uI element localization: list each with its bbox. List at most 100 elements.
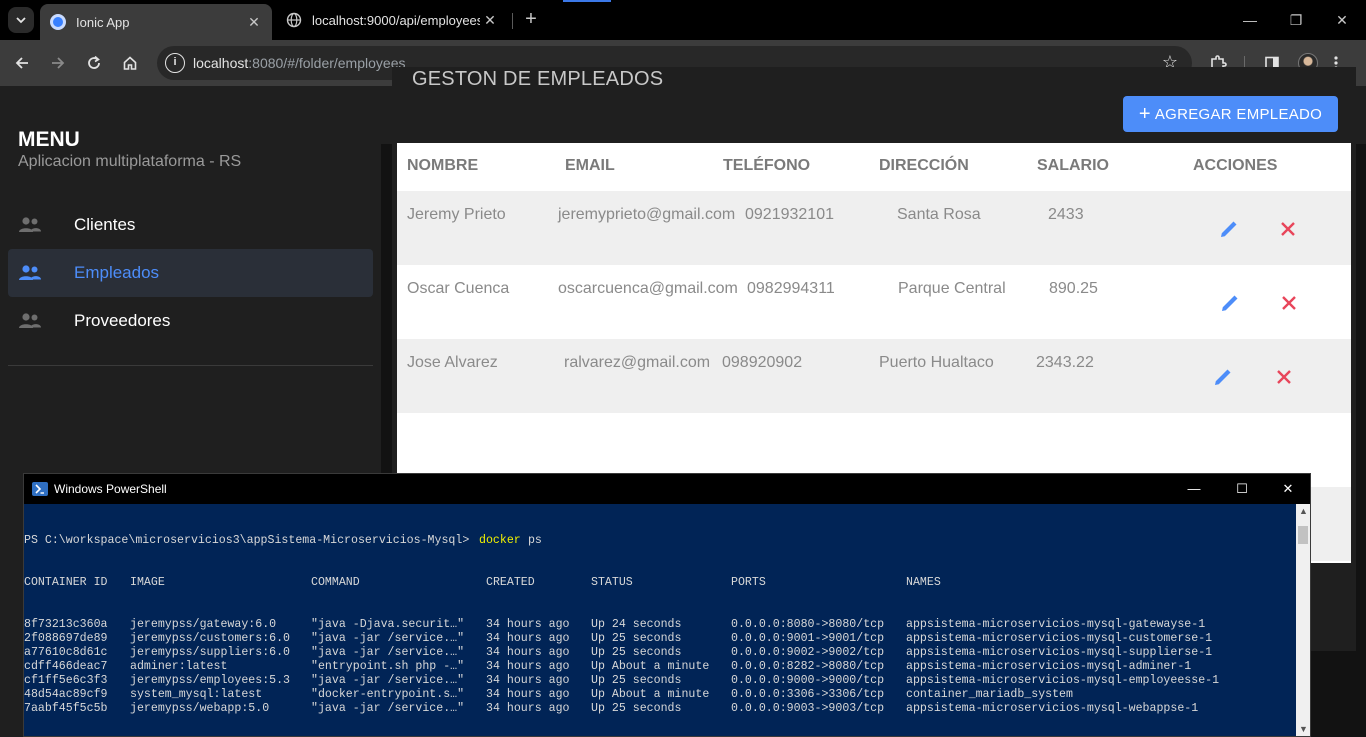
people-icon (19, 313, 41, 328)
console-cell: "java -Djava.securit…" (311, 618, 465, 631)
edit-pencil-icon[interactable] (1218, 291, 1242, 315)
menu-item-label: Empleados (74, 263, 160, 282)
console-container-row: 8f73213c360a jeremypss/gateway:6.0 "java -… (24, 618, 1296, 632)
console-cell: Up 25 seconds (591, 632, 682, 645)
delete-x-icon[interactable] (1272, 365, 1296, 389)
scroll-down-icon[interactable]: ▼ (1299, 724, 1308, 734)
cell-email: jeremyprieto@gmail.com (558, 206, 736, 223)
cell-nombre: Oscar Cuenca (407, 280, 510, 297)
menu-divider (8, 365, 373, 366)
table-row: Jeremy Prieto jeremyprieto@gmail.com 092… (397, 191, 1351, 265)
arrow-left-icon (15, 57, 28, 69)
forward-button[interactable] (44, 49, 72, 77)
console-header-cell: CONTAINER ID (24, 576, 108, 589)
back-button[interactable] (8, 49, 36, 77)
console-cell: 34 hours ago (486, 702, 570, 715)
console-command: docker (479, 534, 521, 547)
powershell-console[interactable]: PS C:\workspace\microservicios3\appSiste… (24, 504, 1296, 736)
plus-icon: + (1138, 103, 1151, 125)
console-cell: 0.0.0.0:9003->9003/tcp (731, 702, 885, 715)
powershell-scrollbar[interactable]: ▲ ▼ (1296, 504, 1310, 736)
menu-item-label: Proveedores (74, 311, 171, 330)
console-cell: "java -jar /service.…" (311, 632, 465, 645)
edit-pencil-icon[interactable] (1217, 217, 1241, 241)
people-icon (19, 265, 41, 280)
close-tab-icon[interactable]: ✕ (480, 12, 500, 29)
tab-employees-api[interactable]: localhost:9000/api/employees ✕ (276, 4, 508, 36)
scroll-up-icon[interactable]: ▲ (1299, 506, 1308, 516)
scrollbar-thumb[interactable] (1298, 526, 1308, 544)
menu-item-clientes[interactable]: Clientes (8, 201, 373, 249)
console-cell: 7aabf45f5c5b (24, 702, 108, 715)
close-window-button[interactable]: ✕ (1322, 8, 1362, 32)
console-cell: 0.0.0.0:3306->3306/tcp (731, 688, 885, 701)
console-cell: appsistema-microservicios-mysql-webappse… (906, 702, 1199, 715)
delete-x-icon[interactable] (1276, 217, 1300, 241)
globe-icon (286, 12, 302, 28)
console-command-arg: ps (521, 534, 542, 547)
powershell-titlebar[interactable]: Windows PowerShell — ☐ ✕ (24, 474, 1310, 504)
console-cell: 8f73213c360a (24, 618, 108, 631)
new-tab-button[interactable]: + (520, 8, 542, 32)
powershell-icon (32, 482, 48, 496)
reload-button[interactable] (80, 49, 108, 77)
console-cell: Up 25 seconds (591, 702, 682, 715)
cell-email: oscarcuenca@gmail.com (558, 280, 738, 297)
console-cell: 34 hours ago (486, 646, 570, 659)
console-cell: "java -jar /service.…" (311, 674, 465, 687)
console-header-cell: STATUS (591, 576, 633, 589)
column-header: DIRECCIÓN (879, 157, 969, 174)
ps-close-button[interactable]: ✕ (1273, 479, 1303, 499)
ps-minimize-button[interactable]: — (1179, 479, 1209, 499)
console-cell: container_mariadb_system (906, 688, 1073, 701)
console-cell: "java -jar /service.…" (311, 646, 465, 659)
console-cell: 2f088697de89 (24, 632, 108, 645)
menu-item-empleados[interactable]: Empleados (8, 249, 373, 297)
console-container-row: a77610c8d61c jeremypss/suppliers:6.0 "java… (24, 646, 1296, 660)
site-info-icon[interactable]: i (165, 53, 185, 73)
console-cell: cf1ff5e6c3f3 (24, 674, 108, 687)
ps-maximize-button[interactable]: ☐ (1227, 479, 1257, 499)
cell-direccion: Puerto Hualtaco (879, 354, 994, 371)
tab-ionic-app[interactable]: Ionic App ✕ (40, 4, 272, 40)
powershell-window[interactable]: Windows PowerShell — ☐ ✕ PS C:\workspace… (23, 473, 1311, 737)
menu-item-proveedores[interactable]: Proveedores (8, 297, 373, 345)
ionic-favicon-icon (50, 14, 66, 30)
people-icon (19, 217, 41, 232)
cell-direccion: Santa Rosa (897, 206, 981, 223)
cell-email: ralvarez@gmail.com (564, 354, 711, 371)
console-cell: 0.0.0.0:9002->9002/tcp (731, 646, 885, 659)
edit-pencil-icon[interactable] (1211, 365, 1235, 389)
console-cell: Up 24 seconds (591, 618, 682, 631)
console-cell: jeremypss/gateway:6.0 (130, 618, 277, 631)
console-header-cell: IMAGE (130, 576, 165, 589)
column-header: SALARIO (1037, 157, 1109, 174)
console-header-cell: PORTS (731, 576, 766, 589)
console-container-row: 7aabf45f5c5b jeremypss/webapp:5.0 "java -j… (24, 702, 1296, 716)
home-button[interactable] (116, 49, 144, 77)
console-container-row: 48d54ac89cf9 system_mysql:latest "docker-e… (24, 688, 1296, 702)
url-text[interactable]: localhost:8080/#/folder/employees (193, 55, 405, 71)
delete-x-icon[interactable] (1277, 291, 1301, 315)
console-cell: 34 hours ago (486, 674, 570, 687)
console-cell: "java -jar /service.…" (311, 702, 465, 715)
column-header: TELÉFONO (723, 157, 811, 174)
cell-salario: 890.25 (1049, 280, 1098, 297)
chevron-down-icon (16, 17, 26, 24)
cell-direccion: Parque Central (898, 280, 1006, 297)
console-header-cell: CREATED (486, 576, 535, 589)
close-tab-icon[interactable]: ✕ (244, 14, 264, 31)
console-cell: appsistema-microservicios-mysql-gateways… (906, 618, 1206, 631)
console-cell: 0.0.0.0:8282->8080/tcp (731, 660, 885, 673)
browser-tabstrip: Ionic App ✕ localhost:9000/api/employees… (0, 0, 1366, 40)
minimize-button[interactable]: — (1230, 8, 1270, 32)
console-cell: appsistema-microservicios-mysql-employee… (906, 674, 1220, 687)
add-employee-button[interactable]: + AGREGAR EMPLEADO (1123, 96, 1338, 132)
console-header-line: CONTAINER ID IMAGE COMMAND CREATED STATUS POR… (24, 576, 1296, 590)
console-prompt: PS C:\workspace\microservicios3\appSiste… (24, 534, 470, 547)
console-cell: jeremypss/webapp:5.0 (130, 702, 270, 715)
tab-search-button[interactable] (8, 7, 34, 33)
restore-button[interactable]: ❐ (1276, 8, 1316, 32)
cell-telefono: 098920902 (722, 354, 803, 371)
cell-telefono: 0921932101 (745, 206, 834, 223)
